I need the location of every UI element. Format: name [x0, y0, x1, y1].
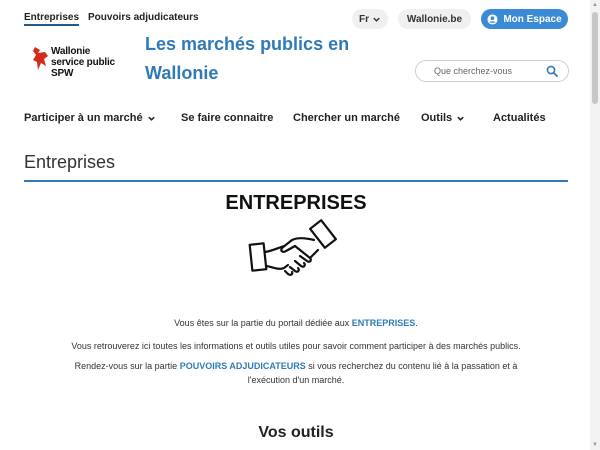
- redirect-paragraph: Rendez-vous sur la partie POUVOIRS ADJUD…: [60, 359, 532, 387]
- nav-participer-label: Participer à un marché: [24, 112, 143, 124]
- wallonie-link[interactable]: Wallonie.be: [398, 9, 471, 29]
- chevron-down-icon: [147, 116, 155, 121]
- intro-text-end: .: [415, 318, 418, 328]
- nav-outils-label: Outils: [421, 112, 453, 124]
- info-paragraph: Vous retrouverez ici toutes les informat…: [71, 341, 521, 351]
- hero-title: ENTREPRISES: [225, 192, 367, 214]
- intro-paragraph: Vous êtes sur la partie du portail dédié…: [60, 316, 532, 330]
- tools-heading: Vos outils: [258, 424, 334, 441]
- tab-pouvoirs-adjudicateurs[interactable]: Pouvoirs adjudicateurs: [88, 12, 199, 23]
- chevron-down-icon: [373, 17, 380, 22]
- tab-entreprises[interactable]: Entreprises: [24, 12, 80, 26]
- nav-participer[interactable]: Participer à un marché: [24, 112, 156, 124]
- site-title-line2: Wallonie: [145, 63, 219, 83]
- mon-espace-label: Mon Espace: [503, 13, 562, 25]
- scrollbar[interactable]: ▲ ▼: [590, 0, 600, 450]
- wallonie-link-label: Wallonie.be: [406, 13, 463, 25]
- scroll-down-arrow-icon[interactable]: ▼: [592, 442, 598, 448]
- nav-chercher-marche-label: Chercher un marché: [293, 112, 400, 124]
- nav-outils[interactable]: Outils: [421, 112, 465, 124]
- nav-actualites-label: Actualités: [493, 112, 546, 124]
- spw-logo[interactable]: Wallonie service public SPW: [32, 44, 132, 84]
- rooster-icon: [33, 47, 48, 70]
- intro-text: Vous êtes sur la partie du portail dédié…: [174, 318, 352, 328]
- entreprises-link[interactable]: ENTREPRISES: [352, 318, 416, 328]
- scrollbar-thumb[interactable]: [592, 12, 598, 104]
- chevron-down-icon: [457, 116, 464, 121]
- main-nav: Participer à un marché Se faire connaitr…: [0, 108, 590, 130]
- logo-line-wallonie: Wallonie: [51, 46, 91, 57]
- site-title[interactable]: Les marchés publics en Wallonie: [145, 30, 349, 88]
- nav-actualites[interactable]: Actualités: [493, 112, 546, 124]
- page-title: Entreprises: [24, 152, 116, 172]
- title-divider: [24, 180, 568, 182]
- logo-line-service-public: service public: [51, 57, 115, 68]
- handshake-icon: [248, 219, 338, 276]
- mon-espace-button[interactable]: Mon Espace: [481, 9, 568, 29]
- language-label: Fr: [359, 13, 369, 25]
- search-box[interactable]: Que cherchez-vous: [415, 60, 569, 82]
- pouvoirs-adjudicateurs-link[interactable]: POUVOIRS ADJUDICATEURS: [180, 361, 306, 371]
- language-selector[interactable]: Fr: [352, 9, 388, 29]
- search-input[interactable]: Que cherchez-vous: [434, 66, 512, 76]
- nav-chercher-marche[interactable]: Chercher un marché: [293, 112, 400, 124]
- logo-line-spw: SPW: [51, 68, 74, 79]
- user-circle-icon: [487, 13, 498, 25]
- nav-se-faire-connaitre[interactable]: Se faire connaitre: [181, 112, 273, 124]
- search-icon[interactable]: [546, 65, 558, 77]
- logo-text: Wallonie service public SPW: [51, 46, 115, 79]
- scroll-up-arrow-icon[interactable]: ▲: [592, 2, 598, 8]
- nav-se-faire-connaitre-label: Se faire connaitre: [181, 112, 274, 124]
- redirect-text: Rendez-vous sur la partie: [74, 361, 180, 371]
- site-title-line1: Les marchés publics en: [145, 34, 350, 54]
